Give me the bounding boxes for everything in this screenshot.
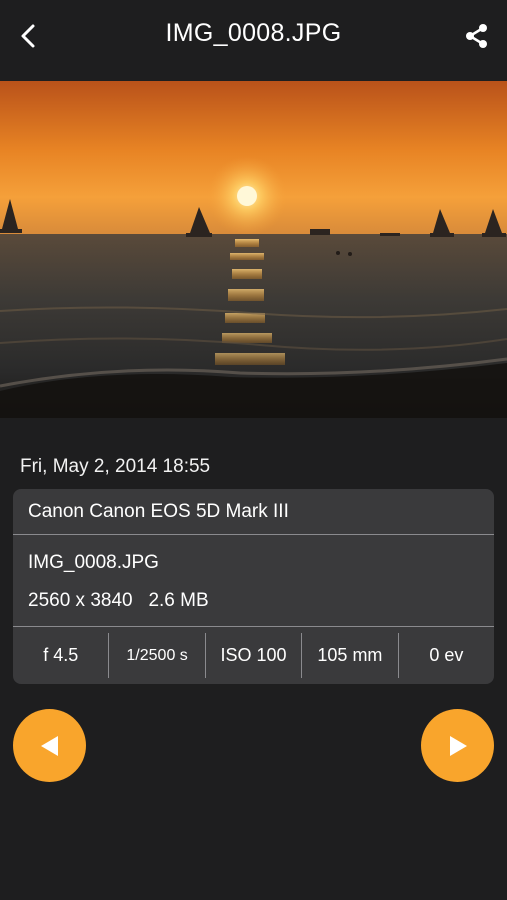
exif-shutter: 1/2500 s xyxy=(126,646,188,664)
file-name: IMG_0008.JPG xyxy=(28,552,159,573)
exif-aperture: f 4.5 xyxy=(43,645,79,665)
file-row: IMG_0008.JPG 2560 x 3840 2.6 MB xyxy=(13,535,494,627)
photo-preview[interactable] xyxy=(0,81,507,418)
photo-details-screen: IMG_0008.JPG Fri, May 2, 2014 18:55 Cano… xyxy=(0,0,507,900)
share-icon xyxy=(466,24,487,48)
exif-exposure: 0 ev xyxy=(429,645,464,665)
play-right-icon xyxy=(449,735,467,756)
photo-date: Fri, May 2, 2014 18:55 xyxy=(20,456,211,477)
image-dimensions: 2560 x 3840 xyxy=(28,590,133,611)
next-photo-button[interactable] xyxy=(421,709,494,782)
page-title: IMG_0008.JPG xyxy=(165,19,342,47)
share-button[interactable] xyxy=(459,16,495,56)
info-card: Canon Canon EOS 5D Mark III IMG_0008.JPG… xyxy=(13,489,494,684)
nav-bar: IMG_0008.JPG xyxy=(0,0,507,80)
play-left-icon xyxy=(40,735,58,756)
back-button[interactable] xyxy=(10,16,46,56)
exif-focal-length: 105 mm xyxy=(317,645,383,665)
file-meta: 2560 x 3840 2.6 MB xyxy=(28,590,209,612)
camera-row: Canon Canon EOS 5D Mark III xyxy=(13,489,494,535)
exif-row: f 4.5 1/2500 s ISO 100 105 mm 0 ev xyxy=(13,627,494,684)
exif-iso: ISO 100 xyxy=(220,645,287,665)
file-size: 2.6 MB xyxy=(148,590,209,611)
camera-model: Canon Canon EOS 5D Mark III xyxy=(28,501,289,522)
previous-photo-button[interactable] xyxy=(13,709,86,782)
chevron-left-icon xyxy=(21,24,35,48)
